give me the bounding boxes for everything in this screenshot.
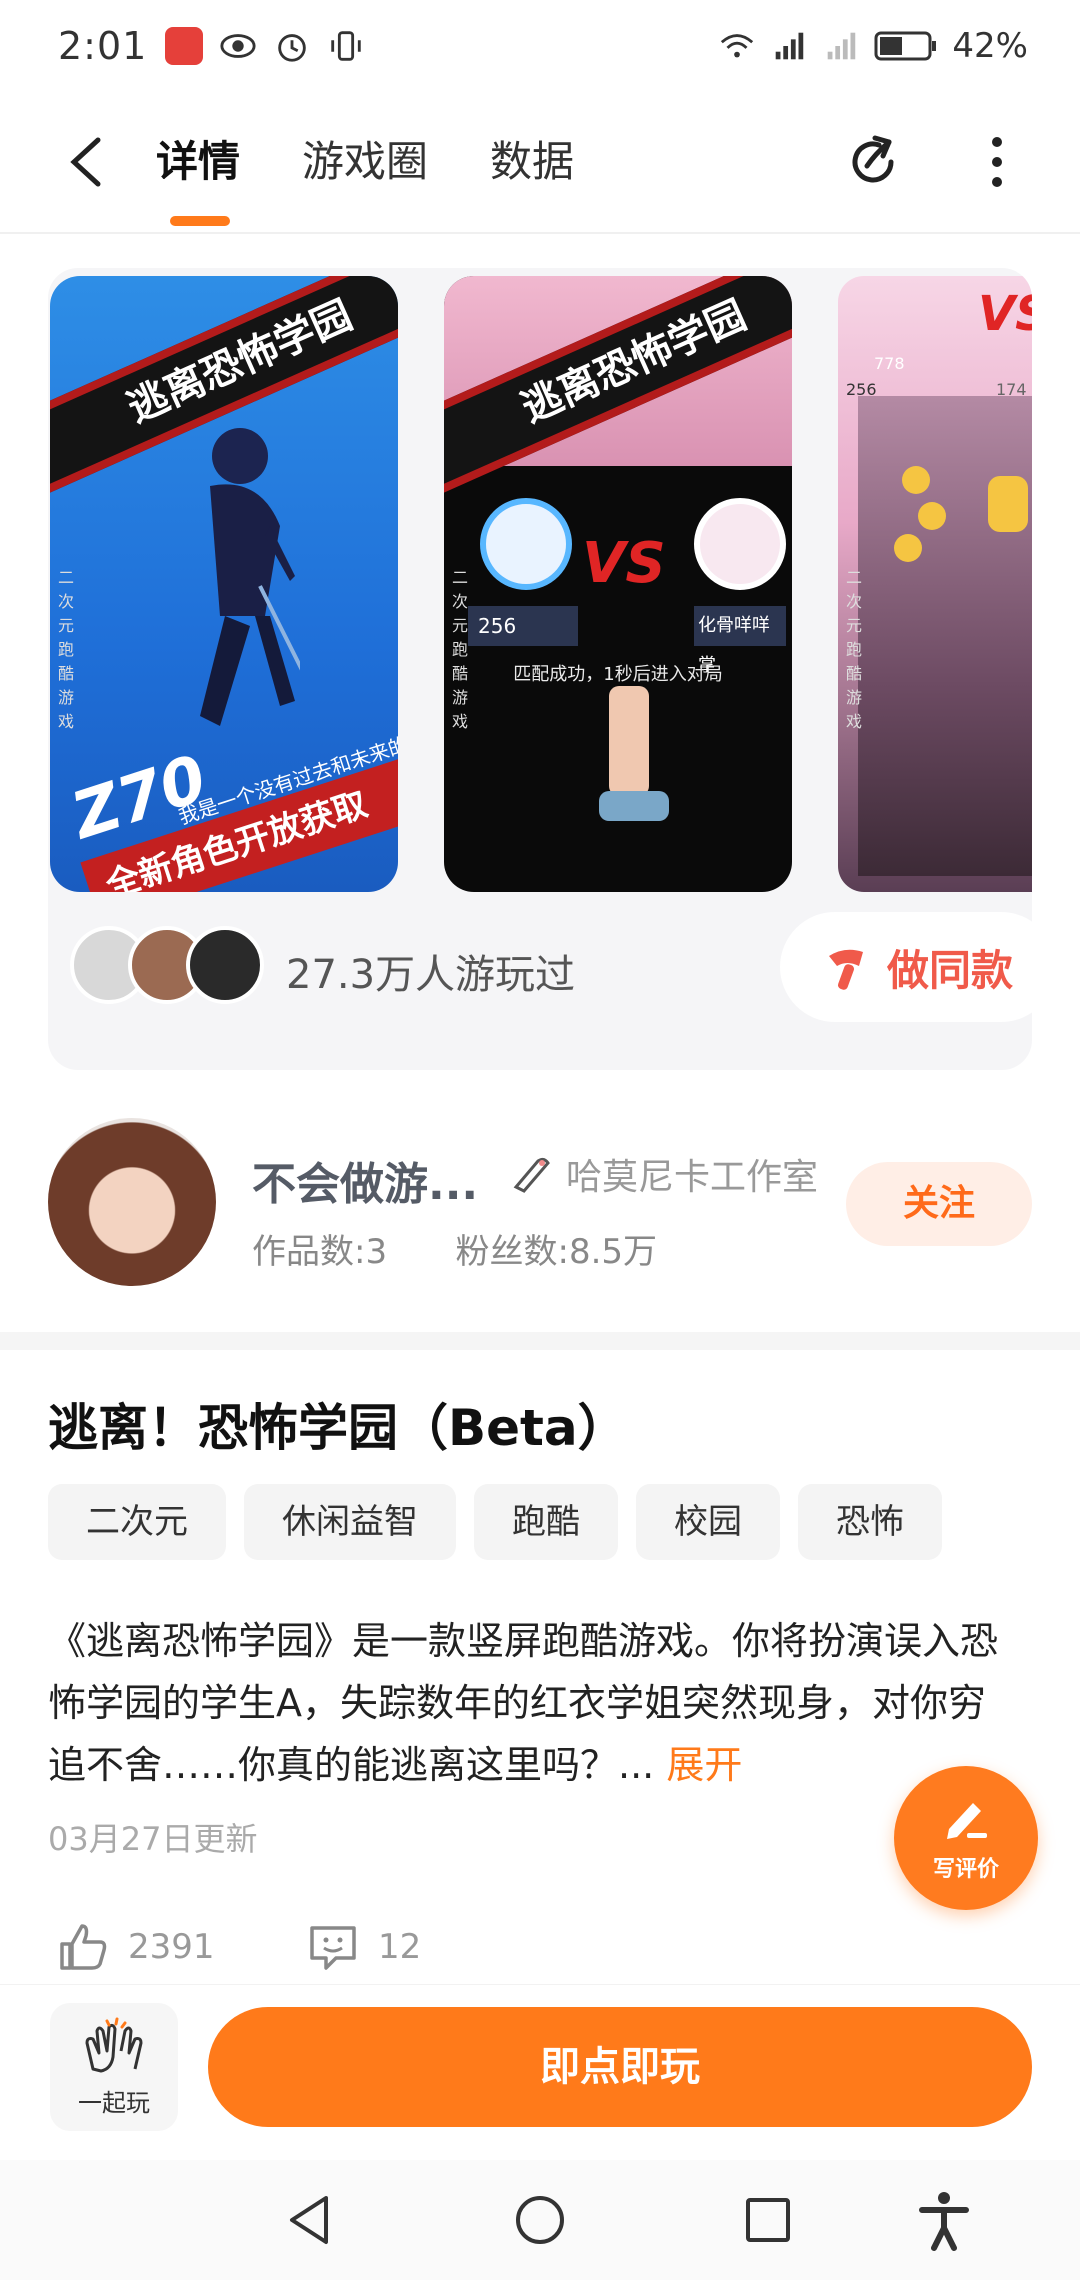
shot3-score-right: 174 — [996, 380, 1027, 399]
make-same-button[interactable]: 做同款 — [780, 912, 1032, 1022]
app-icon — [165, 27, 204, 65]
fans-count: 粉丝数:8.5万 — [455, 1232, 658, 1272]
accessibility-icon[interactable] — [912, 2188, 976, 2252]
avatar — [186, 926, 264, 1004]
nav-recents-icon[interactable] — [736, 2188, 800, 2252]
battery-icon — [874, 31, 937, 61]
author-stats: 作品数:3 粉丝数:8.5万 — [252, 1224, 657, 1273]
description-text: 《逃离恐怖学园》是一款竖屏跑酷游戏。你将扮演误入恐怖学园的学生A，失踪数年的红衣… — [48, 1619, 999, 1787]
update-date: 03月27日更新 — [48, 1820, 258, 1858]
battery-percent: 42% — [952, 26, 1028, 66]
tab-game-circle[interactable]: 游戏圈 — [302, 132, 428, 192]
tab-details[interactable]: 详情 — [156, 132, 240, 226]
shot3-track — [858, 396, 1032, 876]
write-review-label: 写评价 — [932, 1857, 999, 1882]
top-nav: 详情 游戏圈 数据 — [0, 92, 1080, 232]
thumbs-up-icon — [60, 1924, 107, 1970]
tab-bar: 详情 游戏圈 数据 — [156, 132, 574, 226]
hammer-icon — [828, 949, 863, 990]
shot3-coin — [918, 502, 946, 530]
shot3-score-left: 256 — [846, 380, 877, 399]
shot3-coin — [988, 476, 1028, 532]
tag-item[interactable]: 二次元 — [48, 1484, 226, 1560]
screenshot-2[interactable]: 逃离恐怖学园 VS 256 化骨咩咩掌 匹配成功，1秒后进入对局 二次元跑酷游戏 — [444, 276, 792, 892]
more-icon[interactable] — [985, 132, 1009, 192]
play-together-label: 一起玩 — [78, 2088, 150, 2117]
nav-divider — [0, 232, 1080, 234]
shot3-coin — [894, 534, 922, 562]
shot2-character-legs — [609, 686, 649, 796]
shot2-vs-text: VS — [582, 531, 666, 596]
expand-link[interactable]: 展开 — [666, 1743, 742, 1787]
shot3-side-text: 二次元跑酷游戏 — [846, 568, 863, 731]
back-icon[interactable] — [62, 132, 112, 192]
signal-4g-icon — [776, 32, 804, 60]
screenshot-1[interactable]: 逃离恐怖学园 二次元跑酷游戏 Z70 我是一个没有过去和未来的人。 全新角色开放… — [50, 276, 398, 892]
shot2-left-avatar — [480, 498, 572, 590]
eye-icon — [220, 34, 256, 58]
game-title: 逃离！恐怖学园（Beta） — [48, 1399, 628, 1457]
screenshot-carousel[interactable]: 逃离恐怖学园 二次元跑酷游戏 Z70 我是一个没有过去和未来的人。 全新角色开放… — [48, 276, 1032, 896]
system-nav-bar — [0, 2160, 1080, 2280]
screenshot-3[interactable]: VS 778 256 174 二次元跑酷游戏 — [838, 276, 1032, 892]
author-name[interactable]: 不会做游... — [252, 1148, 478, 1212]
tag-item[interactable]: 恐怖 — [798, 1484, 942, 1560]
follow-button[interactable]: 关注 — [846, 1162, 1032, 1246]
author-avatar[interactable] — [48, 1118, 216, 1286]
studio-badge-icon — [513, 1157, 550, 1193]
signal-icon — [828, 32, 856, 60]
pen-icon — [947, 1803, 987, 1839]
game-description: 《逃离恐怖学园》是一款竖屏跑酷游戏。你将扮演误入恐怖学园的学生A，失踪数年的红衣… — [48, 1610, 1008, 1796]
alarm-icon — [278, 34, 307, 62]
tag-item[interactable]: 休闲益智 — [244, 1484, 456, 1560]
section-divider — [0, 1332, 1080, 1350]
tag-item[interactable]: 跑酷 — [474, 1484, 618, 1560]
write-review-button[interactable]: 写评价 — [894, 1766, 1038, 1910]
shot3-score-top: 778 — [874, 354, 905, 373]
like-count: 2391 — [128, 1927, 215, 1967]
nav-back-icon[interactable] — [278, 2188, 342, 2252]
nav-home-icon[interactable] — [508, 2188, 572, 2252]
shot3-vs-text: VS — [978, 286, 1032, 342]
comment-control[interactable]: 12 — [306, 1920, 421, 1974]
comment-icon — [310, 1926, 356, 1970]
shot1-character-figure — [200, 428, 300, 726]
studio-name: 哈莫尼卡工作室 — [566, 1157, 819, 1198]
instant-play-button[interactable]: 即点即玩 — [208, 2007, 1032, 2127]
works-count: 作品数:3 — [252, 1232, 388, 1272]
shot1-side-text: 二次元跑酷游戏 — [58, 568, 75, 731]
wifi-icon — [721, 34, 754, 58]
screenshot-gallery-card: 逃离恐怖学园 二次元跑酷游戏 Z70 我是一个没有过去和未来的人。 全新角色开放… — [48, 268, 1032, 1070]
studio-tag[interactable]: 哈莫尼卡工作室 — [508, 1148, 818, 1200]
shot2-right-avatar — [694, 498, 786, 590]
status-time: 2:01 — [58, 24, 148, 68]
bottom-action-bar: 一起玩 即点即玩 — [0, 1984, 1080, 2134]
played-row: 27.3万人游玩过 做同款 — [70, 912, 1032, 1032]
make-same-label: 做同款 — [886, 945, 1013, 995]
share-icon[interactable] — [845, 132, 905, 192]
comment-count: 12 — [378, 1927, 422, 1967]
played-count: 27.3万人游玩过 — [286, 952, 576, 998]
shot2-left-name: 256 — [468, 606, 578, 646]
shot2-match-text: 匹配成功，1秒后进入对局 — [513, 664, 723, 685]
tab-data[interactable]: 数据 — [490, 132, 574, 192]
shot3-coin — [902, 466, 930, 494]
tag-item[interactable]: 校园 — [636, 1484, 780, 1560]
like-control[interactable]: 2391 — [56, 1920, 215, 1974]
tag-list: 二次元 休闲益智 跑酷 校园 恐怖 — [48, 1484, 942, 1560]
player-avatars — [70, 926, 270, 1006]
shot2-side-text: 二次元跑酷游戏 — [452, 568, 469, 731]
play-together-button[interactable]: 一起玩 — [50, 2003, 178, 2131]
vibrate-icon — [331, 31, 362, 61]
shot2-right-name: 化骨咩咩掌 — [694, 606, 786, 676]
shot2-character-shoes — [599, 791, 669, 821]
author-row: 不会做游... 哈莫尼卡工作室 作品数:3 粉丝数:8.5万 关注 — [48, 1118, 1032, 1288]
status-bar: 2:01 42% — [0, 0, 1080, 92]
high-five-icon — [85, 2017, 143, 2072]
